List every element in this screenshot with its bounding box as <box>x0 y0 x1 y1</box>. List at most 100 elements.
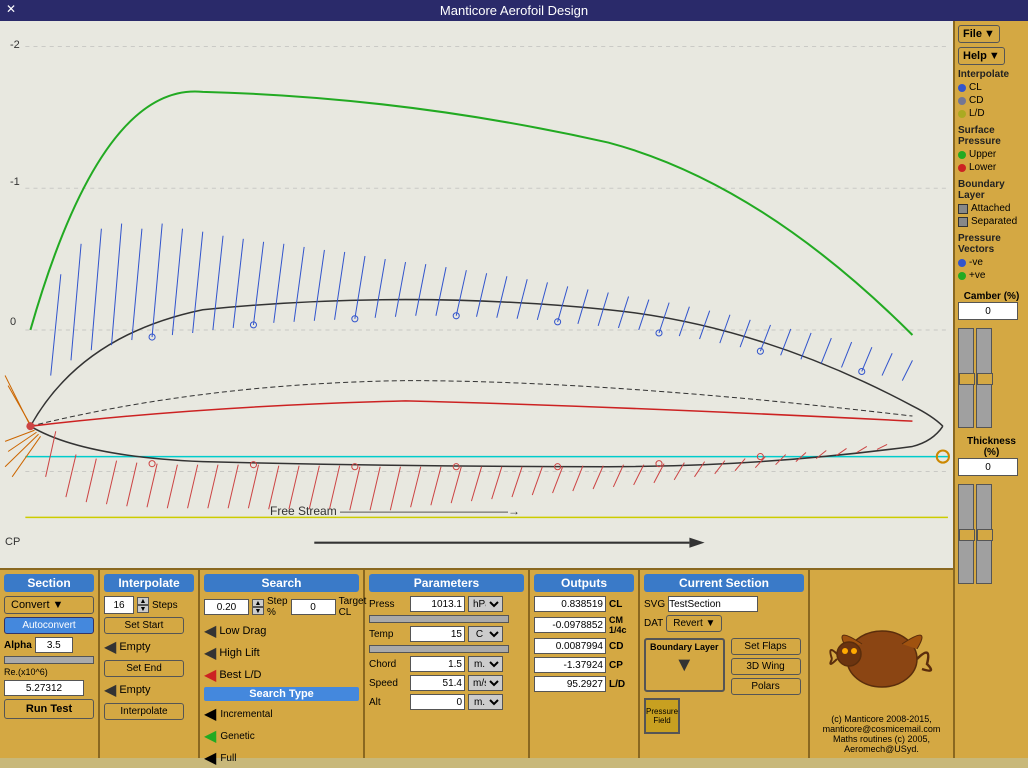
step-spinner[interactable]: ▲▼ <box>252 599 264 615</box>
pressure-vectors-section: Pressure Vectors -ve +ve <box>958 233 1025 283</box>
search-type-title: Search Type <box>204 687 359 701</box>
mascot-area: (c) Manticore 2008-2015, manticore@cosmi… <box>810 570 953 758</box>
canvas-area: -2 -1 0 <box>0 21 953 568</box>
interp-arrow-1: ◀ <box>104 637 116 657</box>
low-drag-label: Low Drag <box>219 625 266 637</box>
thickness-slider-2[interactable] <box>976 484 992 584</box>
alpha-input[interactable] <box>35 637 73 653</box>
3d-wing-button[interactable]: 3D Wing <box>731 658 801 675</box>
thickness-label: Thickness (%) <box>958 436 1025 458</box>
run-test-button[interactable]: Run Test <box>4 699 94 719</box>
interpolate-button[interactable]: Interpolate <box>104 703 184 720</box>
camber-slider-2[interactable] <box>976 328 992 428</box>
temp-slider[interactable] <box>369 645 509 653</box>
steps-spinner[interactable]: ▲▼ <box>137 597 149 613</box>
help-button[interactable]: Help▼ <box>958 47 1005 65</box>
polars-button[interactable]: Polars <box>731 678 801 695</box>
temp-input[interactable] <box>410 626 465 642</box>
speed-input[interactable] <box>410 675 465 691</box>
incremental-arrow: ◀ <box>204 704 216 724</box>
cm-label: CM 1/4c <box>609 615 634 635</box>
current-section-title: Current Section <box>644 574 804 592</box>
search-title: Search <box>204 574 359 592</box>
attached-checkbox[interactable] <box>958 204 968 214</box>
cp-label-out: CP <box>609 660 634 671</box>
camber-slider[interactable] <box>958 328 974 428</box>
camber-label: Camber (%) <box>958 291 1025 302</box>
set-flaps-button[interactable]: Set Flaps <box>731 638 801 655</box>
steps-label: Steps <box>152 600 178 611</box>
high-lift-arrow[interactable]: ◀ <box>204 643 216 663</box>
outputs-panel: Outputs CL CM 1/4c CD CP <box>530 570 640 758</box>
press-label: Press <box>369 599 407 610</box>
cd-label: CD <box>609 641 634 652</box>
pressure-vectors-label: Pressure Vectors <box>958 233 1025 255</box>
re-input[interactable] <box>4 680 84 696</box>
best-ld-label: Best L/D <box>219 669 261 681</box>
press-slider[interactable] <box>369 615 509 623</box>
interpolate-rp-label: Interpolate <box>958 69 1025 80</box>
camber-input[interactable] <box>958 302 1018 320</box>
parameters-title: Parameters <box>369 574 524 592</box>
full-arrow: ◀ <box>204 748 216 768</box>
press-input[interactable] <box>410 596 465 612</box>
genetic-arrow: ◀ <box>204 726 216 746</box>
separated-checkbox[interactable] <box>958 217 968 227</box>
ld-label: L/D <box>609 679 634 690</box>
genetic-label: Genetic <box>220 731 254 742</box>
boundary-layer-rp-section: Boundary Layer Attached Separated <box>958 179 1025 229</box>
chord-unit-select[interactable]: m. <box>468 656 503 672</box>
alt-unit-select[interactable]: m. <box>468 694 503 710</box>
email-text: manticore@cosmicemail.com <box>823 724 941 734</box>
set-end-button[interactable]: Set End <box>104 660 184 677</box>
cd-output <box>534 638 606 654</box>
chord-label: Chord <box>369 659 407 670</box>
alpha-slider[interactable] <box>4 656 94 664</box>
autoconvert-button[interactable]: Autoconvert <box>4 617 94 634</box>
right-panel: File▼ Help▼ Interpolate CL CD L/D Surfac… <box>953 21 1028 758</box>
thickness-input[interactable] <box>958 458 1018 476</box>
thickness-section: Thickness (%) <box>958 436 1025 584</box>
maths-text: Maths routines (c) 2005, Aeromech@USyd. <box>814 734 949 754</box>
alpha-label: Alpha <box>4 640 32 651</box>
convert-button[interactable]: Convert ▼ <box>4 596 94 614</box>
cp-output <box>534 657 606 673</box>
incremental-label: Incremental <box>220 709 272 720</box>
full-label: Full <box>220 753 236 764</box>
copyright-text: (c) Manticore 2008-2015, <box>831 714 932 724</box>
alt-input[interactable] <box>410 694 465 710</box>
target-cl-label: Target CL <box>339 596 367 618</box>
cm-output <box>534 617 606 633</box>
camber-section: Camber (%) <box>958 291 1025 428</box>
mascot-image <box>827 604 937 714</box>
close-button[interactable]: ✕ <box>6 2 16 16</box>
thickness-slider[interactable] <box>958 484 974 584</box>
set-start-button[interactable]: Set Start <box>104 617 184 634</box>
step-input[interactable] <box>204 599 249 615</box>
temp-unit-select[interactable]: C <box>468 626 503 642</box>
high-lift-label: High Lift <box>219 647 259 659</box>
interpolate-panel: Interpolate ▲▼ Steps Set Start ◀ Empty S… <box>100 570 200 758</box>
current-section-panel: Current Section SVG DAT Revert ▼ Bounda <box>640 570 810 758</box>
boundary-layer-label: Boundary Layer <box>650 642 719 652</box>
speed-unit-select[interactable]: m/s <box>468 675 503 691</box>
alt-label: Alt <box>369 697 407 708</box>
svg-input[interactable] <box>668 596 758 612</box>
steps-input[interactable] <box>104 596 134 614</box>
file-button[interactable]: File▼ <box>958 25 1000 43</box>
cp-label: CP <box>5 536 20 548</box>
surface-pressure-label: Surface Pressure <box>958 125 1025 147</box>
boundary-layer-rp-label: Boundary Layer <box>958 179 1025 201</box>
step-label: Step % <box>267 596 288 618</box>
revert-button[interactable]: Revert ▼ <box>666 615 722 632</box>
best-ld-arrow[interactable]: ◀ <box>204 665 216 685</box>
low-drag-arrow[interactable]: ◀ <box>204 621 216 641</box>
boundary-layer-box: Boundary Layer ▼ <box>644 638 725 692</box>
interpolate-section: Interpolate CL CD L/D <box>958 69 1025 121</box>
outputs-title: Outputs <box>534 574 634 592</box>
press-unit-select[interactable]: hPa <box>468 596 503 612</box>
re-label: Re.(x10^6) <box>4 667 48 677</box>
target-cl-input[interactable] <box>291 599 336 615</box>
dat-label: DAT <box>644 618 663 629</box>
chord-input[interactable] <box>410 656 465 672</box>
